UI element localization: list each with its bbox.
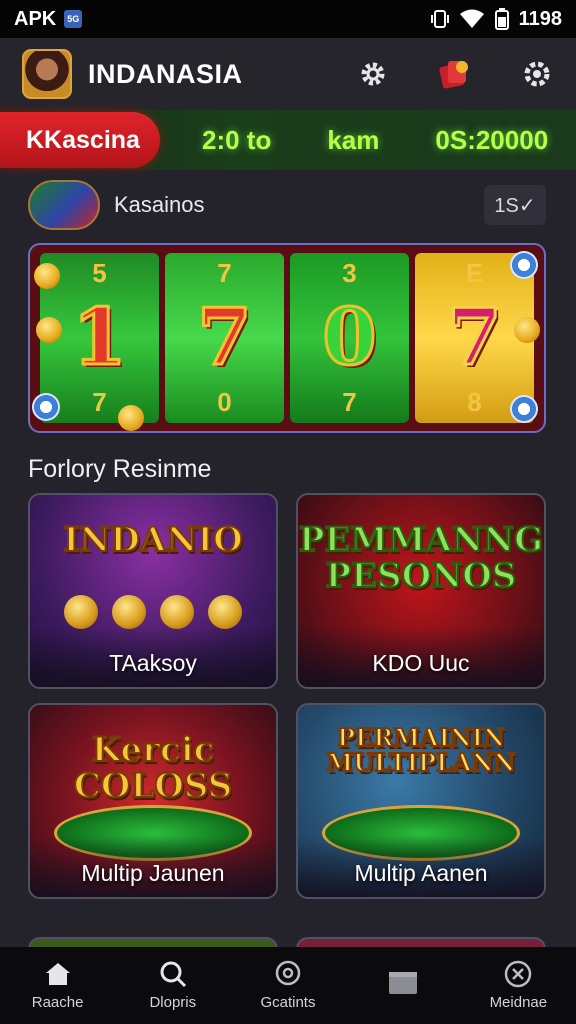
carrier-label: APK [14,7,57,30]
nav-label: Gcatints [260,994,316,1011]
reel-symbol-bottom: 7 [92,387,107,417]
nav-item-search[interactable]: Dlopris [123,960,223,1011]
nav-item-folder[interactable] [353,969,453,1003]
bottom-navigation: Raache Dlopris Gcatints Meidnae [0,947,576,1024]
slot-reels: 5 1 7 7 7 0 3 0 7 E 7 8 [40,253,534,423]
reel-symbol-top: E [465,258,484,288]
settings-icon[interactable] [520,57,554,91]
sim-icon: 5G [64,10,83,28]
reel-symbol-top: 3 [342,258,357,288]
ticker-item: kam [327,124,380,155]
game-card-art: PERMAININ MULTIPLANN [326,723,517,778]
reel-symbol-bottom: 0 [217,387,232,417]
reel-symbol-top: 5 [92,258,107,288]
ticker-item: 0S:20000 [435,124,549,155]
featured-slot-banner[interactable]: 5 1 7 7 7 0 3 0 7 E 7 8 [28,243,546,433]
poker-chip-icon [510,395,538,423]
status-bar: APK 5G 1198 [0,0,576,38]
game-card-label: TAaksoy [109,650,197,676]
reel-symbol-top: 7 [217,258,232,288]
vibrate-icon [430,9,449,29]
game-icon [503,960,533,988]
game-card-label: Multip Jaunen [81,860,225,886]
nav-label: Raache [31,994,84,1011]
slot-reel: 7 7 0 [165,253,284,423]
battery-icon [494,8,509,30]
reel-symbol-main: 7 [446,292,503,383]
category-row[interactable]: Kasainos 1S✓ [28,180,546,230]
coin-icon [118,405,144,431]
coin-icon [34,263,60,289]
game-card-label: Multip Aanen [354,860,488,886]
casino-thumbnail-icon [28,180,100,230]
card-decor [64,595,242,629]
game-card-label: KDO Uuc [372,650,470,676]
game-card-art: Kercic COLOSS [73,730,234,806]
game-card[interactable]: Kercic COLOSS Multip Jaunen [28,703,278,899]
nav-label: Dlopris [149,994,197,1011]
game-card-art: INDANIO [62,520,243,560]
poker-chip-icon [510,251,538,279]
avatar[interactable] [22,49,72,99]
reel-symbol-bottom: 8 [467,387,482,417]
app-title: INDANASIA [88,58,243,89]
nav-item-chat[interactable]: Gcatints [238,960,338,1011]
gear-icon[interactable] [356,57,390,91]
chat-search-icon [273,960,303,988]
coin-icon [160,595,194,629]
poker-chip-icon [32,393,60,421]
home-icon [43,960,73,988]
search-icon [158,960,188,988]
app-header: INDANASIA [0,38,576,110]
game-card[interactable]: PERMAININ MULTIPLANN Multip Aanen [296,703,546,899]
game-card-art: PEMMANNG PESONOS [298,520,544,596]
section-title: Forlory Resinme [28,455,212,483]
coin-icon [112,595,146,629]
wallet-icon[interactable] [438,57,472,91]
nav-item-home[interactable]: Raache [8,960,108,1011]
category-label: Kasainos [114,192,205,217]
reel-symbol-main: 7 [196,292,253,383]
header-actions [356,57,554,91]
clock-time: 1198 [518,7,562,30]
status-left: APK 5G [14,7,83,31]
reel-symbol-main: 0 [321,292,378,383]
promo-ticker: KKascina 2:0 to kam 0S:20000 [0,110,576,170]
nav-label: Meidnae [489,994,548,1011]
coin-icon [64,595,98,629]
folder-icon [388,969,418,997]
game-card[interactable]: INDANIO TAaksoy [28,493,278,689]
reel-symbol-main: 1 [71,292,128,383]
ticker-item: 2:0 to [202,124,272,155]
category-badge[interactable]: 1S✓ [484,185,546,225]
coin-icon [208,595,242,629]
wifi-icon [459,9,485,29]
nav-item-games[interactable]: Meidnae [468,960,568,1011]
status-right: 1198 [430,7,562,31]
ticker-badge[interactable]: KKascina [0,112,160,168]
game-card[interactable]: PEMMANNG PESONOS KDO Uuc [296,493,546,689]
coin-icon [36,317,62,343]
reel-symbol-bottom: 7 [342,387,357,417]
slot-reel: 3 0 7 [290,253,409,423]
coin-icon [514,317,540,343]
